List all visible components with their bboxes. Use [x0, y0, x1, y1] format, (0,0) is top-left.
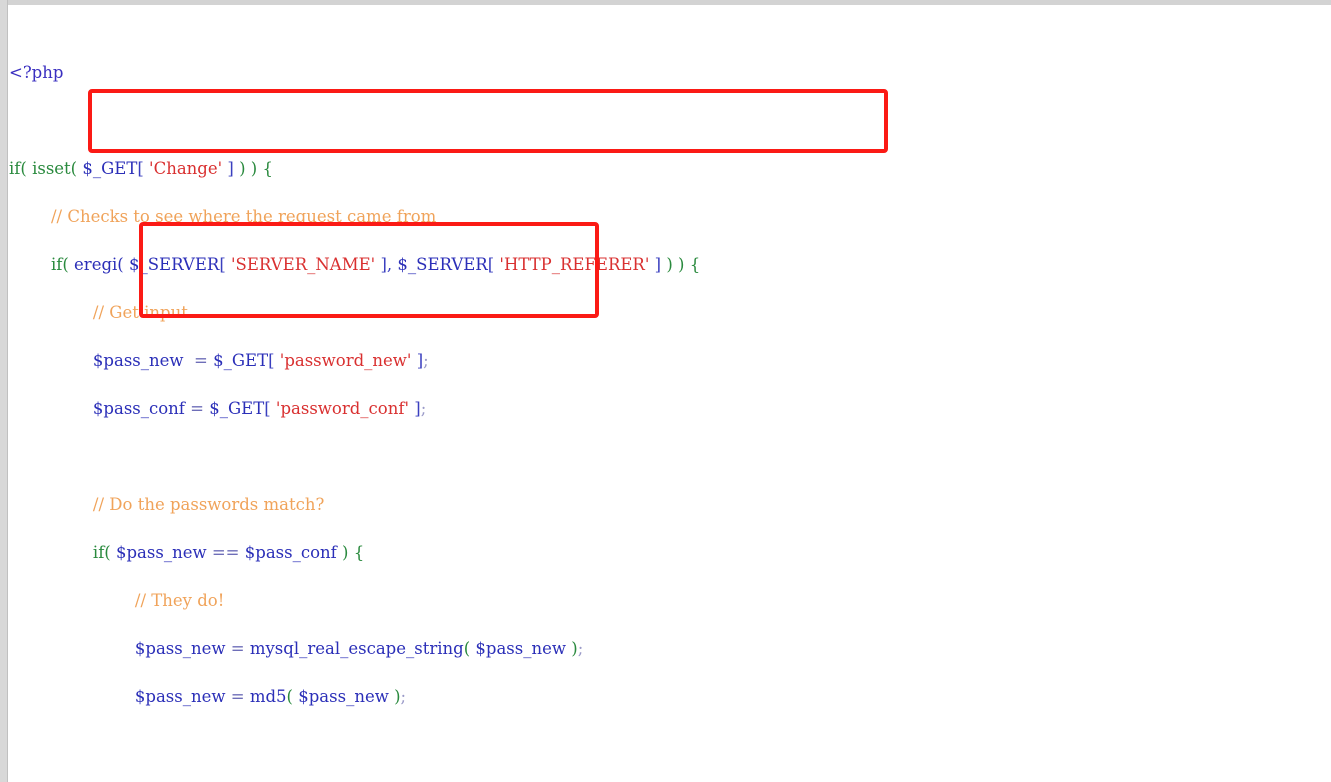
source-code-viewer: <?php if( isset( $_GET[ 'Change' ] ) ) {… [0, 0, 1331, 782]
code-line-5: if( eregi( $_SERVER[ 'SERVER_NAME' ], $_… [50, 255, 701, 274]
left-gutter-bar[interactable] [0, 0, 8, 782]
code-line-1: <?php [9, 63, 64, 82]
code-line-13: $pass_new = mysql_real_escape_string( $p… [134, 639, 584, 658]
code-line-10: // Do the passwords match? [92, 495, 325, 514]
code-line-3: if( isset( $_GET[ 'Change' ] ) ) { [9, 159, 273, 178]
code-line-7: $pass_new = $_GET[ 'password_new' ]; [92, 351, 429, 370]
code-line-6: // Get input [92, 303, 188, 322]
code-line-8: $pass_conf = $_GET[ 'password_conf' ]; [92, 399, 427, 418]
code-line-4: // Checks to see where the request came … [50, 207, 437, 226]
code-line-11: if( $pass_new == $pass_conf ) { [92, 543, 365, 562]
code-line-12: // They do! [134, 591, 225, 610]
code-line-14: $pass_new = md5( $pass_new ); [134, 687, 407, 706]
php-source-listing[interactable]: <?php if( isset( $_GET[ 'Change' ] ) ) {… [9, 5, 1331, 782]
